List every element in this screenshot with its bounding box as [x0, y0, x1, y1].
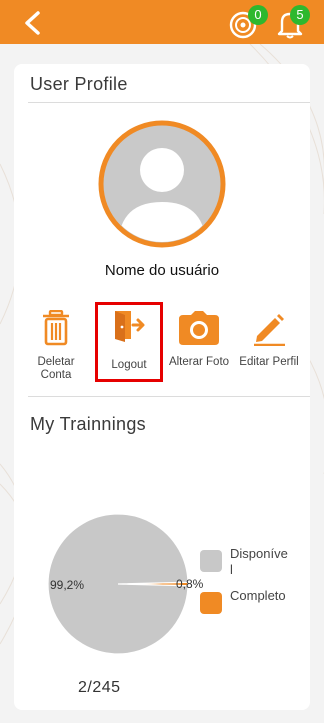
back-button[interactable]	[18, 8, 48, 38]
username: Nome do usuário	[104, 262, 220, 279]
achievements-badge: 0	[248, 5, 268, 25]
delete-account-label: Deletar Conta	[37, 356, 75, 381]
legend-swatch-completed	[200, 592, 222, 614]
top-bar: 0 5	[0, 0, 324, 44]
legend-label-available: Disponível	[230, 546, 288, 577]
user-avatar-icon[interactable]	[98, 120, 226, 248]
profile-card: User Profile Nome do usuário Deletar Con…	[14, 64, 310, 710]
change-photo-button[interactable]: Alterar Foto	[166, 308, 232, 384]
page-title: User Profile	[30, 74, 128, 94]
change-photo-label: Alterar Foto	[168, 356, 230, 368]
logout-button[interactable]: Logout	[95, 302, 163, 382]
legend-item-completed: Completo	[200, 588, 290, 614]
legend-swatch-available	[200, 550, 222, 572]
trash-icon	[43, 310, 69, 346]
logout-label: Logout	[111, 359, 147, 371]
logout-icon	[115, 311, 145, 342]
delete-account-button[interactable]: Deletar Conta	[23, 308, 89, 384]
chevron-left-icon	[25, 11, 40, 35]
trainings-count: 2/245	[78, 679, 121, 696]
camera-icon	[179, 311, 219, 345]
divider	[28, 396, 310, 397]
edit-profile-label: Editar Perfil	[239, 356, 299, 368]
legend-item-available: Disponível	[200, 546, 290, 578]
pencil-icon	[254, 314, 285, 346]
notifications-badge: 5	[290, 5, 310, 25]
legend-label-completed: Completo	[230, 588, 286, 603]
edit-profile-button[interactable]: Editar Perfil	[236, 308, 302, 384]
trainings-title: My Trainnings	[30, 414, 146, 434]
divider	[28, 102, 310, 103]
pie-label-available: 99,2%	[50, 578, 84, 592]
